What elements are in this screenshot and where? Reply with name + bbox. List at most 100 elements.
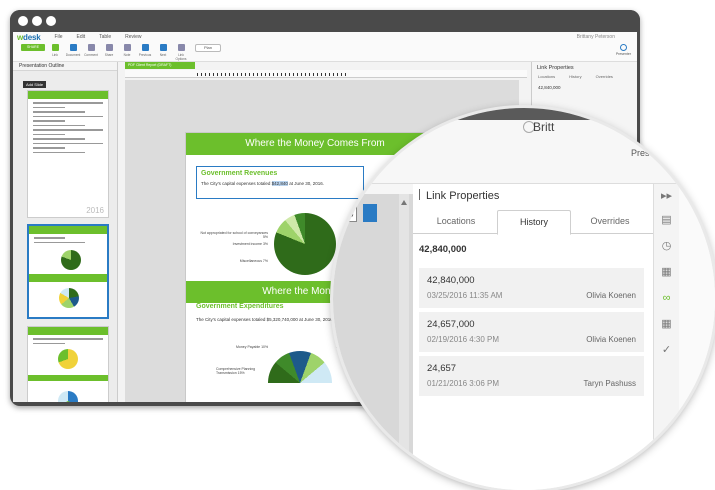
link-properties-title-small: Link Properties: [537, 65, 574, 71]
wdesk-logo: wdesk: [17, 32, 41, 42]
ruler: [125, 70, 527, 78]
dollar-icon[interactable]: $: [343, 204, 357, 222]
scroll-up-icon[interactable]: [401, 200, 407, 205]
window-titlebar: [10, 10, 640, 32]
linked-value[interactable]: $42,840: [271, 181, 288, 186]
tab-locations-small[interactable]: Locations: [538, 74, 555, 79]
link-properties-title: Link Properties: [419, 189, 499, 202]
lens-presenter-label[interactable]: Presen: [631, 148, 660, 158]
mini-pie-chart: [58, 349, 78, 369]
fan-label: Comprehensive Planning Transmission 15%: [216, 367, 256, 375]
lens-right-margin: [679, 184, 715, 490]
current-value-small: 42,840,000: [538, 85, 561, 90]
history-value: 24,657,000: [427, 319, 475, 330]
document-tab[interactable]: PDF Client Report (DRAFT): [125, 62, 195, 69]
ribbon-toolbar: SHARE Link Document Comment Share Note P…: [13, 42, 637, 62]
history-datetime: 02/19/2016 4:30 PM: [427, 335, 500, 344]
history-value: 42,840,000: [427, 275, 475, 286]
tab-history-small[interactable]: History: [569, 74, 581, 79]
link-properties-panel: Link Properties Locations History Overri…: [413, 184, 653, 490]
arrow-up-icon: [141, 44, 149, 51]
menu-table[interactable]: Table: [99, 34, 111, 40]
menu-review[interactable]: Review: [125, 34, 141, 40]
link-icon: [51, 44, 59, 51]
menu-bar: wdesk File Edit Table Review Brittany Pe…: [13, 32, 637, 42]
table-icon[interactable]: ▦: [660, 318, 673, 331]
menu-file[interactable]: File: [54, 34, 62, 40]
user-name[interactable]: Brittany Peterson: [577, 34, 615, 40]
document-icon: [69, 44, 77, 51]
menu-edit[interactable]: Edit: [77, 34, 86, 40]
ribbon-document-button[interactable]: Document: [65, 44, 81, 57]
revenue-pie-chart: [274, 213, 336, 275]
document-icon[interactable]: [363, 204, 377, 222]
expenditures-title: Government Expenditures: [196, 303, 284, 310]
presenter-button[interactable]: Presenter: [616, 44, 631, 56]
pie-label: Not appropriated for school of conveyanc…: [200, 231, 268, 239]
vertical-scrollbar[interactable]: [399, 194, 409, 490]
close-dot[interactable]: [18, 16, 28, 26]
tab-overrides-small[interactable]: Overrides: [596, 74, 613, 79]
link-properties-tabs: Locations History Overrides: [413, 210, 653, 235]
check-circle-icon[interactable]: ✓: [660, 344, 673, 357]
maximize-dot[interactable]: [46, 16, 56, 26]
ribbon-link-options-button[interactable]: Link Options: [173, 44, 189, 61]
outline-tools: [13, 71, 117, 79]
comment-icon: [87, 44, 95, 51]
slide-thumb-header: [28, 91, 108, 99]
presenter-icon[interactable]: [635, 128, 651, 144]
slide-thumb-2[interactable]: [27, 224, 109, 319]
current-link-value: 42,840,000: [419, 244, 467, 255]
history-datetime: 01/21/2016 3:06 PM: [427, 379, 500, 388]
slide-thumb-3[interactable]: [27, 326, 109, 402]
ribbon-comment-button[interactable]: Comment: [83, 44, 99, 57]
link-options-icon: [177, 44, 185, 51]
tab-history[interactable]: History: [497, 210, 571, 235]
slide-thumb-1[interactable]: 2016: [27, 90, 109, 218]
magnifier-lens: Britt Presen $ Link Properties Locations…: [333, 108, 715, 490]
history-user: Taryn Pashuss: [583, 379, 636, 388]
tab-overrides[interactable]: Overrides: [573, 210, 647, 234]
tab-locations[interactable]: Locations: [419, 210, 493, 234]
link-icon[interactable]: ∞: [660, 292, 673, 305]
note-icon: [123, 44, 131, 51]
ribbon-note-button[interactable]: Note: [119, 44, 135, 57]
arrow-down-icon: [159, 44, 167, 51]
minimize-dot[interactable]: [32, 16, 42, 26]
share-icon: [105, 44, 113, 51]
lens-user-name: Britt: [533, 120, 555, 134]
history-datetime: 03/25/2016 11:35 AM: [427, 291, 503, 300]
pie-label: Investment income 3%: [232, 242, 268, 246]
expenditures-fan-chart: [268, 351, 332, 383]
mini-pie-chart: [58, 391, 78, 402]
pie-label: Miscellaneous 7%: [239, 259, 268, 263]
lens-header: Britt Presen: [333, 108, 715, 184]
mini-pie-chart: [61, 250, 81, 270]
history-icon[interactable]: ◷: [660, 240, 673, 253]
fast-forward-icon[interactable]: ▸▸: [660, 190, 673, 203]
ribbon-share-button[interactable]: Share: [101, 44, 117, 57]
fan-label: Money Payable 10%: [236, 345, 269, 349]
right-icon-rail: ▸▸ ▤ ◷ ▦ ∞ ▦ ✓: [653, 184, 679, 490]
outline-title: Presentation Outline: [13, 62, 117, 71]
ribbon-previous-button[interactable]: Previous: [137, 44, 153, 57]
add-slide-button[interactable]: Add Slide: [23, 81, 47, 88]
history-user: Olivia Koenen: [586, 335, 636, 344]
slide-thumb-year: 2016: [86, 206, 104, 215]
expenditures-text: The City's capital expenses totaled $5,3…: [196, 317, 334, 322]
history-value: 24,657: [427, 363, 457, 374]
history-row[interactable]: 24,657,000 02/19/2016 4:30 PM Olivia Koe…: [419, 312, 644, 352]
history-row[interactable]: 24,657 01/21/2016 3:06 PM Taryn Pashuss: [419, 356, 644, 396]
lens-document-area: $: [333, 184, 413, 490]
presenter-icon: [619, 44, 627, 51]
document-icon[interactable]: ▤: [660, 214, 673, 227]
presets-dropdown[interactable]: Plan: [195, 44, 221, 52]
history-user: Olivia Koenen: [586, 291, 636, 300]
mini-pie-chart: [59, 288, 79, 308]
ribbon-link-button[interactable]: Link: [47, 44, 63, 57]
history-row[interactable]: 42,840,000 03/25/2016 11:35 AM Olivia Ko…: [419, 268, 644, 308]
presentation-outline-panel: Presentation Outline Add Slide 2016: [13, 62, 118, 402]
ribbon-next-button[interactable]: Next: [155, 44, 171, 57]
share-button[interactable]: SHARE: [21, 44, 45, 51]
pages-icon[interactable]: ▦: [660, 266, 673, 279]
